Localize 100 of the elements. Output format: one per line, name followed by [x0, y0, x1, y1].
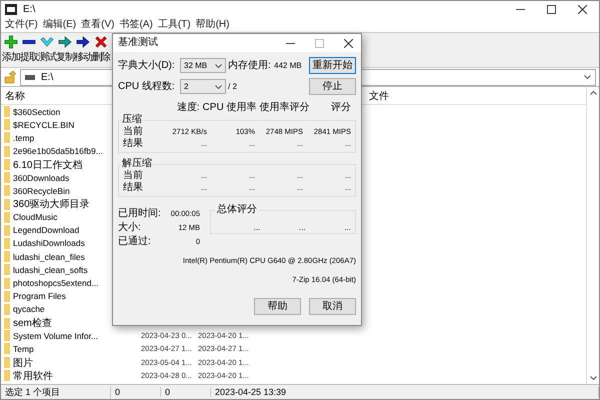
file-row[interactable]: ludashi_clean_files	[4, 251, 85, 262]
folder-icon	[4, 304, 10, 315]
file-row[interactable]: Temp	[4, 343, 34, 354]
dictionary-size-dropdown[interactable]: 32 MB	[180, 58, 226, 73]
folder-icon	[4, 343, 10, 354]
menu-item[interactable]: 书签(A)	[119, 18, 153, 32]
field-label: 大小:	[118, 222, 142, 234]
column-header: 速度:	[176, 102, 200, 114]
status-text: 0	[111, 387, 161, 397]
file-row[interactable]: LegendDownload	[4, 224, 80, 236]
file-row[interactable]: photoshopcs5extend...	[4, 278, 99, 289]
folder-icon	[4, 290, 10, 302]
delete-icon	[94, 35, 108, 49]
close-icon[interactable]	[344, 38, 353, 48]
folder-icon	[4, 264, 10, 276]
maximize-icon[interactable]	[547, 5, 556, 14]
menu-item[interactable]: 文件(F)	[5, 18, 38, 32]
scroll-up-icon[interactable]	[590, 91, 596, 95]
row-label: 结果	[123, 182, 144, 194]
file-row[interactable]: $360Section	[4, 106, 60, 118]
file-row[interactable]: 360RecycleBin	[4, 185, 70, 196]
menu-item[interactable]: 查看(V)	[81, 18, 114, 32]
file-row[interactable]: Program Files	[4, 290, 66, 302]
value-text: ...	[298, 222, 306, 234]
group-title: 压缩	[122, 114, 142, 126]
file-row[interactable]: 图片	[4, 356, 33, 370]
folder-icon	[4, 251, 10, 262]
folder-icon	[4, 119, 10, 130]
thread-count-dropdown[interactable]: 2	[180, 79, 226, 94]
stop-button[interactable]: 停止	[309, 78, 356, 95]
file-row[interactable]: $RECYCLE.BIN	[4, 119, 74, 130]
file-row[interactable]: 360驱动大师目录	[4, 197, 90, 212]
folder-icon	[4, 146, 10, 157]
toolbar-button[interactable]: 复制	[56, 34, 74, 67]
file-row[interactable]: ludashi_clean_softs	[4, 264, 88, 276]
folder-icon	[4, 238, 10, 249]
file-row[interactable]: 360Downloads	[4, 172, 70, 184]
field-label: 已用时间:	[118, 208, 162, 220]
file-row[interactable]: qycache	[4, 304, 45, 315]
value-text: 442 MB	[274, 60, 303, 72]
row-label: 当前	[123, 170, 144, 182]
menu-item[interactable]: 帮助(H)	[196, 18, 230, 32]
column-header: 评分	[330, 102, 351, 114]
folder-icon	[4, 106, 10, 118]
scroll-down-icon[interactable]	[590, 376, 596, 380]
help-button[interactable]: 帮助	[254, 298, 301, 315]
folder-icon	[4, 198, 10, 210]
status-text: 选定 1 个项目	[1, 386, 111, 398]
close-icon[interactable]	[578, 5, 587, 14]
column-header: 使用率评分	[259, 102, 310, 114]
folder-icon	[4, 370, 10, 382]
cancel-button[interactable]: 取消	[309, 298, 356, 315]
file-row[interactable]: 常用软件	[4, 368, 53, 383]
up-folder-icon[interactable]	[4, 70, 16, 84]
folder-icon	[4, 224, 10, 236]
app-icon	[5, 4, 17, 15]
menu-item[interactable]: 工具(T)	[158, 18, 191, 32]
folder-icon	[4, 357, 10, 368]
add-icon	[4, 35, 18, 49]
column-header[interactable]: 文件	[369, 88, 389, 102]
window-title: E:\	[23, 4, 36, 15]
toolbar-button[interactable]: 添加	[2, 34, 20, 67]
copy-icon	[58, 35, 72, 49]
group-title: 总体评分	[216, 204, 258, 216]
row-label: 结果	[123, 138, 144, 150]
folder-icon	[4, 159, 10, 170]
value-text: ...	[252, 222, 260, 234]
move-icon	[76, 35, 90, 49]
dialog-title: 基准测试	[118, 37, 158, 49]
field-label: 字典大小(D):	[118, 60, 176, 72]
restart-button[interactable]: 重新开始	[309, 57, 356, 74]
column-header[interactable]: 名称	[5, 88, 25, 102]
file-row[interactable]: CloudMusic	[4, 212, 58, 223]
folder-icon	[4, 318, 10, 328]
column-header: CPU 使用率	[202, 102, 256, 114]
folder-icon	[4, 132, 10, 144]
status-text: 2023-04-25 13:39	[211, 387, 599, 397]
toolbar-button[interactable]: 提取	[20, 34, 38, 67]
file-row[interactable]: 2e96e1b05da5b16fb9...	[4, 146, 103, 157]
field-label: CPU 线程数:	[118, 80, 176, 92]
chevron-icon	[215, 64, 222, 68]
value-text: / 2	[228, 80, 238, 92]
folder-icon	[4, 185, 10, 196]
toolbar-button[interactable]: 测试	[38, 34, 56, 67]
toolbar-button[interactable]: 删除	[92, 34, 110, 67]
value-text: ...	[343, 222, 351, 234]
file-row[interactable]: System Volume Infor...	[4, 330, 98, 342]
file-row[interactable]: 6.10日工作文档	[4, 158, 82, 172]
folder-icon	[4, 330, 10, 342]
file-row[interactable]: sem检查	[4, 316, 52, 330]
chevron-icon	[215, 84, 222, 88]
file-row[interactable]: LudashiDownloads	[4, 238, 85, 249]
toolbar-button[interactable]: 移动	[74, 34, 92, 67]
folder-icon	[4, 212, 10, 223]
file-row[interactable]: .temp	[4, 132, 34, 144]
folder-icon	[4, 278, 10, 289]
field-label: 已通过:	[118, 236, 152, 248]
group-title: 解压缩	[122, 158, 152, 170]
field-label: 内存使用:	[228, 60, 272, 72]
menu-item[interactable]: 编辑(E)	[42, 18, 76, 32]
